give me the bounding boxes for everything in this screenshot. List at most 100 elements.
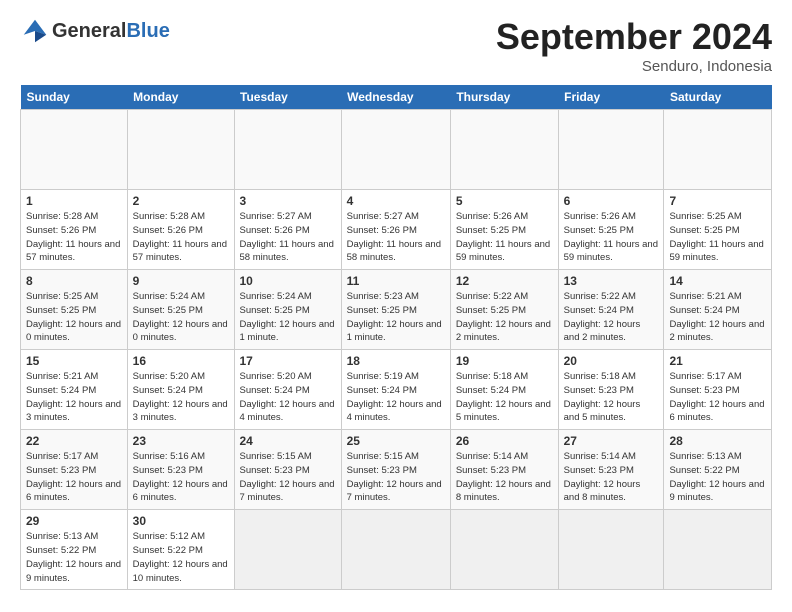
calendar-cell: 10 Sunrise: 5:24 AM Sunset: 5:25 PM Dayl…	[234, 270, 341, 350]
sunrise-label: Sunrise: 5:12 AM	[133, 531, 205, 542]
sunrise-label: Sunrise: 5:24 AM	[240, 291, 312, 302]
calendar-cell: 17 Sunrise: 5:20 AM Sunset: 5:24 PM Dayl…	[234, 350, 341, 430]
header: GeneralBlue September 2024 Senduro, Indo…	[20, 16, 772, 75]
sunrise-label: Sunrise: 5:22 AM	[564, 291, 636, 302]
day-info: Sunrise: 5:17 AM Sunset: 5:23 PM Dayligh…	[26, 450, 122, 505]
day-number: 30	[133, 514, 229, 528]
calendar-cell: 16 Sunrise: 5:20 AM Sunset: 5:24 PM Dayl…	[127, 350, 234, 430]
sunset-label: Sunset: 5:22 PM	[133, 545, 203, 556]
calendar-cell	[664, 110, 772, 190]
calendar-cell: 11 Sunrise: 5:23 AM Sunset: 5:25 PM Dayl…	[341, 270, 450, 350]
day-info: Sunrise: 5:22 AM Sunset: 5:25 PM Dayligh…	[456, 290, 553, 345]
day-number: 18	[347, 354, 445, 368]
day-info: Sunrise: 5:20 AM Sunset: 5:24 PM Dayligh…	[133, 370, 229, 425]
sunrise-label: Sunrise: 5:13 AM	[26, 531, 98, 542]
day-info: Sunrise: 5:28 AM Sunset: 5:26 PM Dayligh…	[26, 210, 122, 265]
day-info: Sunrise: 5:15 AM Sunset: 5:23 PM Dayligh…	[240, 450, 336, 505]
day-number: 4	[347, 194, 445, 208]
day-info: Sunrise: 5:12 AM Sunset: 5:22 PM Dayligh…	[133, 530, 229, 585]
daylight-label: Daylight: 11 hours and 58 minutes.	[347, 239, 441, 264]
sunset-label: Sunset: 5:23 PM	[456, 465, 526, 476]
day-info: Sunrise: 5:24 AM Sunset: 5:25 PM Dayligh…	[240, 290, 336, 345]
day-number: 5	[456, 194, 553, 208]
daylight-label: Daylight: 11 hours and 59 minutes.	[669, 239, 763, 264]
header-row: Sunday Monday Tuesday Wednesday Thursday…	[21, 85, 772, 110]
sunrise-label: Sunrise: 5:26 AM	[456, 211, 528, 222]
col-friday: Friday	[558, 85, 664, 110]
day-number: 1	[26, 194, 122, 208]
logo: GeneralBlue	[20, 16, 170, 46]
daylight-label: Daylight: 12 hours and 0 minutes.	[133, 319, 228, 344]
daylight-label: Daylight: 12 hours and 0 minutes.	[26, 319, 121, 344]
calendar-cell: 2 Sunrise: 5:28 AM Sunset: 5:26 PM Dayli…	[127, 190, 234, 270]
day-info: Sunrise: 5:14 AM Sunset: 5:23 PM Dayligh…	[456, 450, 553, 505]
calendar-cell: 7 Sunrise: 5:25 AM Sunset: 5:25 PM Dayli…	[664, 190, 772, 270]
day-number: 23	[133, 434, 229, 448]
calendar-cell: 21 Sunrise: 5:17 AM Sunset: 5:23 PM Dayl…	[664, 350, 772, 430]
calendar-cell: 12 Sunrise: 5:22 AM Sunset: 5:25 PM Dayl…	[450, 270, 558, 350]
calendar-cell: 28 Sunrise: 5:13 AM Sunset: 5:22 PM Dayl…	[664, 430, 772, 510]
sunset-label: Sunset: 5:24 PM	[456, 385, 526, 396]
calendar-cell: 22 Sunrise: 5:17 AM Sunset: 5:23 PM Dayl…	[21, 430, 128, 510]
daylight-label: Daylight: 12 hours and 5 minutes.	[456, 399, 551, 424]
calendar-week-row	[21, 110, 772, 190]
calendar-cell: 8 Sunrise: 5:25 AM Sunset: 5:25 PM Dayli…	[21, 270, 128, 350]
sunrise-label: Sunrise: 5:18 AM	[564, 371, 636, 382]
sunrise-label: Sunrise: 5:20 AM	[240, 371, 312, 382]
sunset-label: Sunset: 5:25 PM	[347, 305, 417, 316]
sunrise-label: Sunrise: 5:14 AM	[564, 451, 636, 462]
logo-text: GeneralBlue	[52, 20, 170, 43]
daylight-label: Daylight: 12 hours and 6 minutes.	[133, 479, 228, 504]
location-subtitle: Senduro, Indonesia	[496, 58, 772, 75]
daylight-label: Daylight: 12 hours and 8 minutes.	[564, 479, 641, 504]
daylight-label: Daylight: 12 hours and 5 minutes.	[564, 399, 641, 424]
day-info: Sunrise: 5:25 AM Sunset: 5:25 PM Dayligh…	[26, 290, 122, 345]
calendar-cell	[558, 510, 664, 590]
daylight-label: Daylight: 11 hours and 59 minutes.	[456, 239, 550, 264]
sunrise-label: Sunrise: 5:17 AM	[26, 451, 98, 462]
daylight-label: Daylight: 12 hours and 2 minutes.	[669, 319, 764, 344]
day-info: Sunrise: 5:13 AM Sunset: 5:22 PM Dayligh…	[26, 530, 122, 585]
sunrise-label: Sunrise: 5:28 AM	[26, 211, 98, 222]
calendar-cell: 25 Sunrise: 5:15 AM Sunset: 5:23 PM Dayl…	[341, 430, 450, 510]
sunset-label: Sunset: 5:23 PM	[347, 465, 417, 476]
daylight-label: Daylight: 12 hours and 2 minutes.	[456, 319, 551, 344]
daylight-label: Daylight: 12 hours and 2 minutes.	[564, 319, 641, 344]
daylight-label: Daylight: 12 hours and 9 minutes.	[26, 559, 121, 584]
day-info: Sunrise: 5:21 AM Sunset: 5:24 PM Dayligh…	[26, 370, 122, 425]
calendar-cell: 20 Sunrise: 5:18 AM Sunset: 5:23 PM Dayl…	[558, 350, 664, 430]
sunrise-label: Sunrise: 5:16 AM	[133, 451, 205, 462]
calendar-table: Sunday Monday Tuesday Wednesday Thursday…	[20, 85, 772, 590]
sunrise-label: Sunrise: 5:27 AM	[240, 211, 312, 222]
sunset-label: Sunset: 5:25 PM	[456, 305, 526, 316]
day-number: 17	[240, 354, 336, 368]
calendar-cell: 14 Sunrise: 5:21 AM Sunset: 5:24 PM Dayl…	[664, 270, 772, 350]
sunrise-label: Sunrise: 5:20 AM	[133, 371, 205, 382]
col-thursday: Thursday	[450, 85, 558, 110]
daylight-label: Daylight: 12 hours and 7 minutes.	[347, 479, 442, 504]
day-info: Sunrise: 5:24 AM Sunset: 5:25 PM Dayligh…	[133, 290, 229, 345]
day-number: 28	[669, 434, 766, 448]
calendar-cell: 15 Sunrise: 5:21 AM Sunset: 5:24 PM Dayl…	[21, 350, 128, 430]
day-info: Sunrise: 5:22 AM Sunset: 5:24 PM Dayligh…	[564, 290, 659, 345]
calendar-cell: 1 Sunrise: 5:28 AM Sunset: 5:26 PM Dayli…	[21, 190, 128, 270]
daylight-label: Daylight: 12 hours and 6 minutes.	[669, 399, 764, 424]
calendar-cell	[450, 510, 558, 590]
daylight-label: Daylight: 11 hours and 57 minutes.	[133, 239, 227, 264]
day-info: Sunrise: 5:17 AM Sunset: 5:23 PM Dayligh…	[669, 370, 766, 425]
col-saturday: Saturday	[664, 85, 772, 110]
day-number: 24	[240, 434, 336, 448]
day-info: Sunrise: 5:25 AM Sunset: 5:25 PM Dayligh…	[669, 210, 766, 265]
day-info: Sunrise: 5:26 AM Sunset: 5:25 PM Dayligh…	[564, 210, 659, 265]
calendar-cell: 3 Sunrise: 5:27 AM Sunset: 5:26 PM Dayli…	[234, 190, 341, 270]
logo-icon	[20, 16, 50, 46]
calendar-cell: 18 Sunrise: 5:19 AM Sunset: 5:24 PM Dayl…	[341, 350, 450, 430]
calendar-week-row: 1 Sunrise: 5:28 AM Sunset: 5:26 PM Dayli…	[21, 190, 772, 270]
day-info: Sunrise: 5:14 AM Sunset: 5:23 PM Dayligh…	[564, 450, 659, 505]
calendar-cell: 5 Sunrise: 5:26 AM Sunset: 5:25 PM Dayli…	[450, 190, 558, 270]
sunset-label: Sunset: 5:24 PM	[669, 305, 739, 316]
daylight-label: Daylight: 12 hours and 7 minutes.	[240, 479, 335, 504]
day-number: 25	[347, 434, 445, 448]
sunset-label: Sunset: 5:23 PM	[564, 385, 634, 396]
day-info: Sunrise: 5:21 AM Sunset: 5:24 PM Dayligh…	[669, 290, 766, 345]
